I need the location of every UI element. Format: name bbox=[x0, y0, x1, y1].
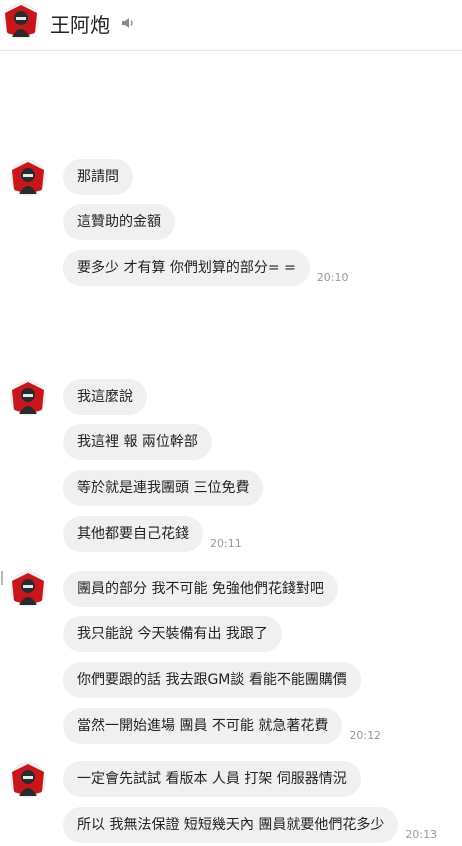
avatar-image bbox=[10, 762, 46, 798]
avatar-image bbox=[3, 3, 39, 39]
message-time: 20:12 bbox=[349, 729, 382, 742]
sender-avatar[interactable] bbox=[10, 571, 46, 607]
message-time: 20:11 bbox=[210, 537, 242, 550]
speaker-icon[interactable] bbox=[120, 15, 136, 31]
message-row: 我這麼說 bbox=[63, 379, 147, 415]
message-bubble[interactable]: 我只能說 今天裝備有出 我跟了 bbox=[63, 616, 282, 652]
message-bubble[interactable]: 我這麼說 bbox=[63, 379, 147, 415]
message-bubble[interactable]: 那請問 bbox=[63, 159, 133, 195]
message-bubble[interactable]: 這贊助的金額 bbox=[63, 204, 175, 240]
message-bubble[interactable]: 你們要跟的話 我去跟GM談 看能不能團購價 bbox=[63, 662, 361, 698]
message-row: 團員的部分 我不可能 免強他們花錢對吧 bbox=[63, 571, 338, 607]
message-bubble[interactable]: 等於就是連我團頭 三位免費 bbox=[63, 470, 264, 506]
message-row: 這贊助的金額 bbox=[63, 204, 175, 240]
message-row: 那請問 bbox=[63, 159, 133, 195]
message-time: 20:13 bbox=[405, 828, 438, 841]
scroll-marker bbox=[1, 571, 3, 585]
avatar-image bbox=[10, 571, 46, 607]
message-row: 你們要跟的話 我去跟GM談 看能不能團購價 bbox=[63, 662, 361, 698]
avatar-image bbox=[10, 380, 46, 416]
message-time: 20:10 bbox=[316, 271, 349, 284]
message-row: 所以 我無法保證 短短幾天內 團員就要他們花多少 20:13 bbox=[63, 807, 437, 843]
sender-avatar[interactable] bbox=[10, 160, 46, 196]
sender-avatar[interactable] bbox=[10, 380, 46, 416]
message-row: 我這裡 報 兩位幹部 bbox=[63, 424, 212, 460]
message-bubble[interactable]: 團員的部分 我不可能 免強他們花錢對吧 bbox=[63, 571, 338, 607]
contact-name: 王阿炮 bbox=[50, 13, 110, 37]
message-row: 當然一開始進場 團員 不可能 就急著花費 20:12 bbox=[63, 708, 381, 744]
message-bubble[interactable]: 當然一開始進場 團員 不可能 就急著花費 bbox=[63, 708, 343, 744]
message-bubble[interactable]: 所以 我無法保證 短短幾天內 團員就要他們花多少 bbox=[63, 807, 399, 843]
chat-header: 王阿炮 bbox=[0, 0, 462, 51]
message-row: 一定會先試試 看版本 人員 打架 伺服器情況 bbox=[63, 761, 361, 797]
message-bubble[interactable]: 其他都要自己花錢 bbox=[63, 516, 203, 552]
message-row: 等於就是連我團頭 三位免費 bbox=[63, 470, 264, 506]
message-row: 我只能說 今天裝備有出 我跟了 bbox=[63, 616, 282, 652]
avatar-image bbox=[10, 160, 46, 196]
message-row: 其他都要自己花錢 20:11 bbox=[63, 516, 242, 552]
message-bubble[interactable]: 一定會先試試 看版本 人員 打架 伺服器情況 bbox=[63, 761, 361, 797]
message-row: 要多少 才有算 你們划算的部分= = 20:10 bbox=[63, 250, 349, 286]
contact-avatar[interactable] bbox=[3, 3, 39, 39]
message-bubble[interactable]: 我這裡 報 兩位幹部 bbox=[63, 424, 212, 460]
message-bubble[interactable]: 要多少 才有算 你們划算的部分= = bbox=[63, 250, 310, 286]
sender-avatar[interactable] bbox=[10, 762, 46, 798]
